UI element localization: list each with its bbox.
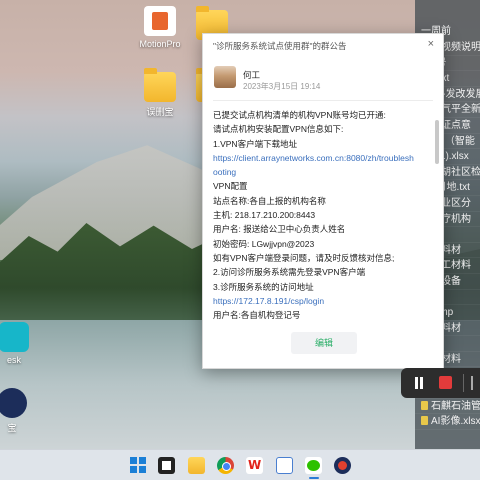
file-explorer-icon[interactable] <box>188 457 205 474</box>
notice-line: 主机: 218.17.210.200:8443 <box>213 210 316 221</box>
notice-line: VPN配置 <box>213 181 248 192</box>
active-app-indicator <box>309 477 319 479</box>
taskbar <box>0 449 480 480</box>
chrome-icon[interactable] <box>217 457 234 474</box>
notice-line: 3.诊所服务系统的访问地址 <box>213 281 314 292</box>
notice-line: 请试点机构安装配置VPN信息如下: <box>213 124 344 135</box>
recorder-app-icon <box>0 388 27 418</box>
desktop-icon-label: esk <box>6 355 21 365</box>
divider <box>463 374 464 392</box>
notice-link[interactable]: https://172.17.8.191/csp/login <box>213 294 429 308</box>
wechat-icon[interactable] <box>305 457 322 474</box>
edit-button[interactable]: 编辑 <box>291 332 357 354</box>
group-notice-window: "诊所服务系统试点使用群"的群公告 × 何工 2023年3月15日 19:14 … <box>202 33 444 369</box>
file-icon <box>421 416 428 426</box>
notice-line: 初始密码: LGwjjvpn@2023 <box>213 238 315 249</box>
desktop-icon-label: MotionPro <box>139 39 181 49</box>
file-list-label: AI影像.xlsx <box>431 416 480 428</box>
notice-line: 已提交试点机构清单的机构VPN账号均已开通: <box>213 110 386 120</box>
close-icon[interactable]: × <box>428 38 434 50</box>
notice-title: "诊所服务系统试点使用群"的群公告 <box>213 41 347 51</box>
desktop-icon-folder[interactable]: 误删宝 <box>130 68 190 118</box>
more-icon[interactable] <box>471 376 479 390</box>
file-list-label: 石麒石油管 <box>431 400 480 412</box>
notice-line: 用户名: 报送给公卫中心负责人姓名 <box>213 224 346 235</box>
notice-link[interactable]: ooting <box>213 165 429 179</box>
task-view-icon[interactable] <box>158 457 175 474</box>
screen-recorder-icon[interactable] <box>334 457 351 474</box>
desk-app-icon <box>0 322 29 352</box>
desktop-icon-desk-app[interactable]: esk <box>0 322 34 365</box>
notice-line: 1.VPN客户端下载地址 <box>213 138 298 149</box>
folder-icon <box>144 68 176 102</box>
divider <box>213 100 433 101</box>
recording-control-bar <box>401 368 480 398</box>
notice-line: 站点名称:各自上报的机构名称 <box>213 195 326 206</box>
desktop-icon-recorder-app[interactable]: 宝 <box>0 388 32 434</box>
notice-author: 何工 <box>243 70 261 80</box>
file-list-item[interactable]: 石麒石油管 <box>415 399 480 415</box>
motionpro-icon <box>144 6 176 36</box>
desktop-icon-label: 误删宝 <box>146 107 174 117</box>
avatar <box>214 66 236 88</box>
windows-start-icon[interactable] <box>130 457 147 474</box>
notice-link[interactable]: https://client.arraynetworks.com.cn:8080… <box>213 151 429 165</box>
scrollbar-thumb[interactable] <box>435 120 439 164</box>
notice-body: 已提交试点机构清单的机构VPN账号均已开通: 请试点机构安装配置VPN信息如下: 1… <box>213 108 429 321</box>
file-list-item[interactable]: AI影像.xlsx <box>415 414 480 430</box>
wps-icon[interactable] <box>246 457 263 474</box>
notice-line: 用户名:各自机构登记号 <box>213 310 301 321</box>
file-icon <box>421 400 428 410</box>
desktop-icon-motionpro[interactable]: MotionPro <box>130 6 190 49</box>
notice-scrollbar[interactable] <box>434 108 439 321</box>
notice-datetime: 2023年3月15日 19:14 <box>243 82 321 91</box>
notice-line: 2.访问诊所服务系统需先登录VPN客户端 <box>213 267 366 278</box>
stop-record-icon[interactable] <box>439 376 452 389</box>
notes-icon[interactable] <box>276 457 293 474</box>
notice-line: 如有VPN客户端登录问题，请及时反馈核对信息; <box>213 252 395 263</box>
desktop-icon-label: 宝 <box>7 423 17 433</box>
pause-icon[interactable] <box>413 377 425 389</box>
